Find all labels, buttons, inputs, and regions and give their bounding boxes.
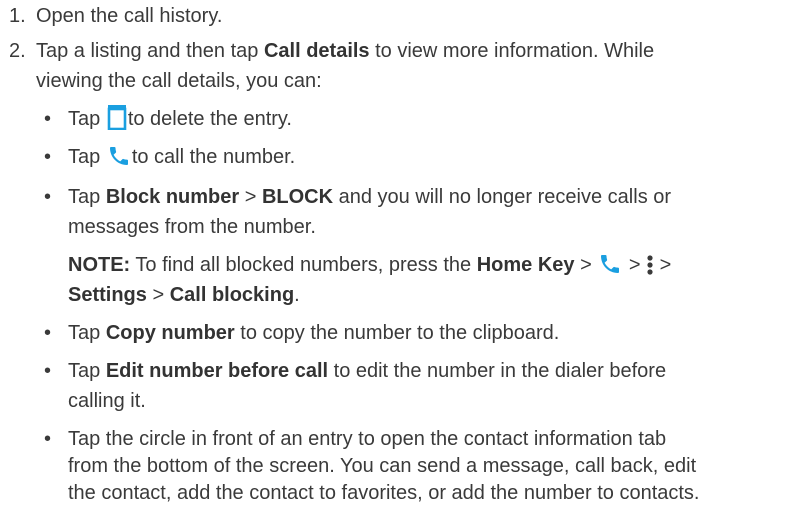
call-details-label: Call details xyxy=(263,40,370,62)
bullet-text-circle: Tap the circle in front of an entry to o… xyxy=(68,428,667,450)
block-label: BLOCK xyxy=(261,186,334,208)
step-number: 1. xyxy=(9,5,26,27)
edit-number-label: Edit number before call xyxy=(105,360,329,382)
note-label: NOTE: xyxy=(68,254,131,276)
phone-icon xyxy=(106,144,132,177)
bullet-text-call: Tap to call the number. xyxy=(68,142,295,177)
bullet: • xyxy=(44,428,52,450)
more-vert-icon xyxy=(646,254,654,285)
instruction-document: 1. Open the call history. 2. Tap a listi… xyxy=(0,0,810,504)
note-text-continued: Settings > Call blocking. xyxy=(68,284,300,306)
settings-label: Settings xyxy=(68,284,147,306)
step-text: Tap a listing and then tap Call details … xyxy=(36,40,655,62)
bullet-text-circle-continued: from the bottom of the screen. You can s… xyxy=(68,455,697,477)
block-number-label: Block number xyxy=(105,186,240,208)
home-key-label: Home Key xyxy=(476,254,575,276)
call-blocking-label: Call blocking xyxy=(169,284,295,306)
bullet-text-block: Tap Block number > BLOCK and you will no… xyxy=(68,186,672,208)
bullet: • xyxy=(44,322,52,344)
bullet-text-edit-continued: calling it. xyxy=(68,390,146,412)
bullet: • xyxy=(44,146,52,168)
bullet-text-delete: Tap to delete the entry. xyxy=(68,104,292,139)
bullet: • xyxy=(44,360,52,382)
phone-icon xyxy=(597,252,623,285)
bullet-text-block-continued: messages from the number. xyxy=(68,216,316,238)
trash-icon xyxy=(106,104,128,139)
bullet-text-edit: Tap Edit number before call to edit the … xyxy=(68,360,667,382)
bullet: • xyxy=(44,186,52,208)
step-text: Open the call history. xyxy=(36,5,223,27)
step-text-continued: viewing the call details, you can: xyxy=(36,70,322,92)
bullet: • xyxy=(44,108,52,130)
copy-number-label: Copy number xyxy=(105,322,235,344)
step-number: 2. xyxy=(9,40,26,62)
bullet-text-copy: Tap Copy number to copy the number to th… xyxy=(68,322,560,344)
